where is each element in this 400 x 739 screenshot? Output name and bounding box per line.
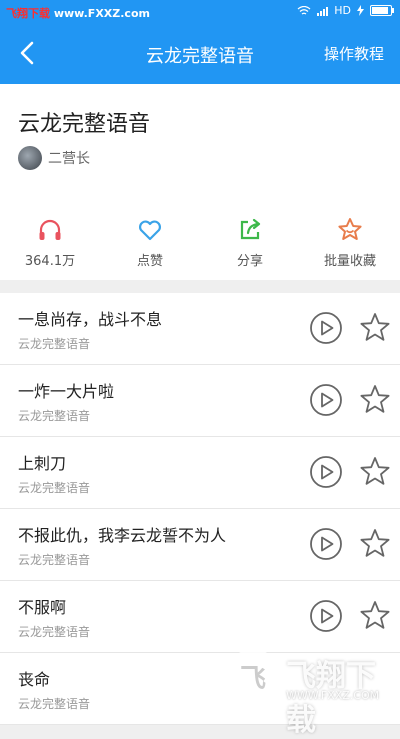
play-count: 364.1万 [0,216,100,276]
share-icon [240,218,261,240]
star-icon[interactable] [358,311,392,345]
heart-icon [139,220,161,241]
item-subtitle: 云龙完整语音 [18,625,91,639]
item-subtitle: 云龙完整语音 [18,337,91,351]
watermark-logo: 飞 飞翔下载 WWW.FXXZ.COM [226,649,392,738]
item-subtitle: 云龙完整语音 [18,409,91,423]
star-icon[interactable] [358,527,392,561]
item-title: 一息尚存，战斗不息 [18,310,163,329]
item-title: 上刺刀 [18,454,67,473]
item-title: 丧命 [18,670,51,689]
list-item[interactable]: 不报此仇，我李云龙誓不为人 云龙完整语音 [0,509,400,581]
play-count-label: 364.1万 [24,254,76,269]
item-subtitle: 云龙完整语音 [18,481,91,495]
play-icon[interactable] [309,527,343,561]
network-label: HD [334,4,351,17]
like-button[interactable]: 点赞 [100,216,200,276]
list-item[interactable]: 一息尚存，战斗不息 云龙完整语音 [0,293,400,365]
nav-bar: 云龙完整语音 操作教程 [0,30,400,78]
item-subtitle: 云龙完整语音 [18,697,91,711]
item-title: 不报此仇，我李云龙誓不为人 [18,526,227,545]
star-icon[interactable] [358,599,392,633]
play-icon[interactable] [309,599,343,633]
item-title: 不服啊 [18,598,67,617]
album-info: 云龙完整语音 二营长 364.1万 点赞 分享 批量收藏 [0,84,400,280]
app-header: 飞翔下载 www.FXXZ.com HD 云龙完整语音 操作教程 [0,0,400,84]
play-icon[interactable] [309,383,343,417]
star-icon[interactable] [358,383,392,417]
list-item[interactable]: 上刺刀 云龙完整语音 [0,437,400,509]
watermark-red: 飞翔下载 [6,7,50,20]
tutorial-button[interactable]: 操作教程 [324,43,384,64]
brand-url: WWW.FXXZ.COM [286,689,380,702]
charging-icon [357,5,364,16]
battery-icon [370,5,394,16]
signal-icon [317,6,329,16]
item-subtitle: 云龙完整语音 [18,553,91,567]
item-title: 一炸一大片啦 [18,382,115,401]
wifi-icon [297,5,311,15]
share-button[interactable]: 分享 [200,216,300,276]
headphone-icon [39,219,61,240]
avatar[interactable] [18,146,42,170]
batch-collect-label: 批量收藏 [323,254,376,269]
star-collect-icon [338,218,362,240]
watermark: 飞翔下载 www.FXXZ.com [6,5,150,21]
author-name[interactable]: 二营长 [48,148,90,168]
batch-collect-button[interactable]: 批量收藏 [300,216,400,276]
status-bar: 飞翔下载 www.FXXZ.com HD [0,0,400,24]
play-icon[interactable] [309,455,343,489]
play-icon[interactable] [309,311,343,345]
stats-bar: 364.1万 点赞 分享 批量收藏 [0,216,400,276]
list-item[interactable]: 不服啊 云龙完整语音 [0,581,400,653]
author[interactable]: 二营长 [18,146,90,170]
list-item[interactable]: 一炸一大片啦 云龙完整语音 [0,365,400,437]
like-label: 点赞 [136,254,163,269]
share-label: 分享 [236,254,263,269]
album-title: 云龙完整语音 [18,112,151,137]
watermark-url: www.FXXZ.com [53,7,150,20]
star-icon[interactable] [358,455,392,489]
brand-icon: 飞 [226,649,280,703]
